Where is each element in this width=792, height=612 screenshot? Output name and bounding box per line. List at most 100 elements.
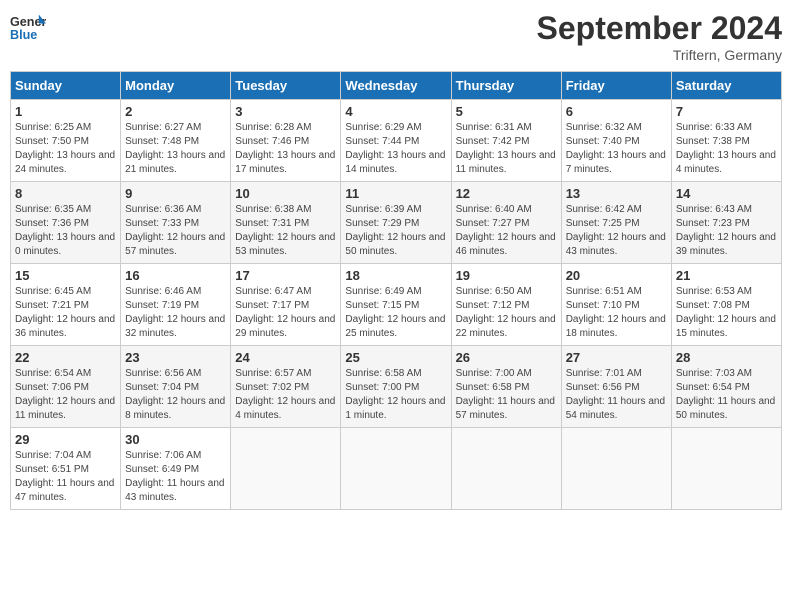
day-number: 5 bbox=[456, 104, 557, 119]
day-cell-7: 7 Sunrise: 6:33 AMSunset: 7:38 PMDayligh… bbox=[671, 100, 781, 182]
day-info: Sunrise: 6:25 AMSunset: 7:50 PMDaylight:… bbox=[15, 121, 116, 177]
day-number: 11 bbox=[345, 186, 446, 201]
day-cell-21: 21 Sunrise: 6:53 AMSunset: 7:08 PMDaylig… bbox=[671, 264, 781, 346]
week-row-3: 15 Sunrise: 6:45 AMSunset: 7:21 PMDaylig… bbox=[11, 264, 782, 346]
day-number: 18 bbox=[345, 268, 446, 283]
day-cell-29: 29 Sunrise: 7:04 AMSunset: 6:51 PMDaylig… bbox=[11, 428, 121, 510]
header-row: SundayMondayTuesdayWednesdayThursdayFrid… bbox=[11, 72, 782, 100]
day-number: 19 bbox=[456, 268, 557, 283]
day-info: Sunrise: 7:06 AMSunset: 6:49 PMDaylight:… bbox=[125, 449, 226, 505]
col-header-thursday: Thursday bbox=[451, 72, 561, 100]
col-header-wednesday: Wednesday bbox=[341, 72, 451, 100]
day-number: 26 bbox=[456, 350, 557, 365]
day-cell-28: 28 Sunrise: 7:03 AMSunset: 6:54 PMDaylig… bbox=[671, 346, 781, 428]
day-number: 16 bbox=[125, 268, 226, 283]
day-number: 29 bbox=[15, 432, 116, 447]
day-info: Sunrise: 6:56 AMSunset: 7:04 PMDaylight:… bbox=[125, 367, 226, 423]
day-number: 8 bbox=[15, 186, 116, 201]
day-cell-8: 8 Sunrise: 6:35 AMSunset: 7:36 PMDayligh… bbox=[11, 182, 121, 264]
week-row-2: 8 Sunrise: 6:35 AMSunset: 7:36 PMDayligh… bbox=[11, 182, 782, 264]
logo: General Blue bbox=[10, 10, 46, 46]
day-info: Sunrise: 6:40 AMSunset: 7:27 PMDaylight:… bbox=[456, 203, 557, 259]
day-cell-30: 30 Sunrise: 7:06 AMSunset: 6:49 PMDaylig… bbox=[121, 428, 231, 510]
day-cell-24: 24 Sunrise: 6:57 AMSunset: 7:02 PMDaylig… bbox=[231, 346, 341, 428]
day-number: 28 bbox=[676, 350, 777, 365]
empty-cell bbox=[341, 428, 451, 510]
logo-icon: General Blue bbox=[10, 10, 46, 46]
day-cell-6: 6 Sunrise: 6:32 AMSunset: 7:40 PMDayligh… bbox=[561, 100, 671, 182]
day-number: 4 bbox=[345, 104, 446, 119]
col-header-saturday: Saturday bbox=[671, 72, 781, 100]
day-number: 7 bbox=[676, 104, 777, 119]
col-header-friday: Friday bbox=[561, 72, 671, 100]
day-cell-2: 2 Sunrise: 6:27 AMSunset: 7:48 PMDayligh… bbox=[121, 100, 231, 182]
day-number: 24 bbox=[235, 350, 336, 365]
week-row-1: 1 Sunrise: 6:25 AMSunset: 7:50 PMDayligh… bbox=[11, 100, 782, 182]
day-info: Sunrise: 7:03 AMSunset: 6:54 PMDaylight:… bbox=[676, 367, 777, 423]
day-info: Sunrise: 6:54 AMSunset: 7:06 PMDaylight:… bbox=[15, 367, 116, 423]
day-cell-19: 19 Sunrise: 6:50 AMSunset: 7:12 PMDaylig… bbox=[451, 264, 561, 346]
day-info: Sunrise: 7:04 AMSunset: 6:51 PMDaylight:… bbox=[15, 449, 116, 505]
day-number: 27 bbox=[566, 350, 667, 365]
day-number: 9 bbox=[125, 186, 226, 201]
day-number: 6 bbox=[566, 104, 667, 119]
week-row-4: 22 Sunrise: 6:54 AMSunset: 7:06 PMDaylig… bbox=[11, 346, 782, 428]
day-info: Sunrise: 6:29 AMSunset: 7:44 PMDaylight:… bbox=[345, 121, 446, 177]
day-info: Sunrise: 6:31 AMSunset: 7:42 PMDaylight:… bbox=[456, 121, 557, 177]
day-number: 17 bbox=[235, 268, 336, 283]
day-number: 21 bbox=[676, 268, 777, 283]
day-info: Sunrise: 6:46 AMSunset: 7:19 PMDaylight:… bbox=[125, 285, 226, 341]
day-number: 23 bbox=[125, 350, 226, 365]
day-cell-16: 16 Sunrise: 6:46 AMSunset: 7:19 PMDaylig… bbox=[121, 264, 231, 346]
day-cell-27: 27 Sunrise: 7:01 AMSunset: 6:56 PMDaylig… bbox=[561, 346, 671, 428]
week-row-5: 29 Sunrise: 7:04 AMSunset: 6:51 PMDaylig… bbox=[11, 428, 782, 510]
day-cell-13: 13 Sunrise: 6:42 AMSunset: 7:25 PMDaylig… bbox=[561, 182, 671, 264]
day-info: Sunrise: 6:43 AMSunset: 7:23 PMDaylight:… bbox=[676, 203, 777, 259]
day-number: 30 bbox=[125, 432, 226, 447]
day-info: Sunrise: 6:53 AMSunset: 7:08 PMDaylight:… bbox=[676, 285, 777, 341]
empty-cell bbox=[451, 428, 561, 510]
calendar-table: SundayMondayTuesdayWednesdayThursdayFrid… bbox=[10, 71, 782, 510]
day-info: Sunrise: 7:01 AMSunset: 6:56 PMDaylight:… bbox=[566, 367, 667, 423]
day-cell-23: 23 Sunrise: 6:56 AMSunset: 7:04 PMDaylig… bbox=[121, 346, 231, 428]
day-cell-25: 25 Sunrise: 6:58 AMSunset: 7:00 PMDaylig… bbox=[341, 346, 451, 428]
day-cell-15: 15 Sunrise: 6:45 AMSunset: 7:21 PMDaylig… bbox=[11, 264, 121, 346]
day-number: 13 bbox=[566, 186, 667, 201]
day-number: 15 bbox=[15, 268, 116, 283]
title-block: September 2024 Triftern, Germany bbox=[537, 10, 782, 63]
day-number: 10 bbox=[235, 186, 336, 201]
day-cell-20: 20 Sunrise: 6:51 AMSunset: 7:10 PMDaylig… bbox=[561, 264, 671, 346]
col-header-sunday: Sunday bbox=[11, 72, 121, 100]
day-cell-14: 14 Sunrise: 6:43 AMSunset: 7:23 PMDaylig… bbox=[671, 182, 781, 264]
col-header-monday: Monday bbox=[121, 72, 231, 100]
day-number: 12 bbox=[456, 186, 557, 201]
day-number: 1 bbox=[15, 104, 116, 119]
day-info: Sunrise: 6:51 AMSunset: 7:10 PMDaylight:… bbox=[566, 285, 667, 341]
day-info: Sunrise: 6:47 AMSunset: 7:17 PMDaylight:… bbox=[235, 285, 336, 341]
day-info: Sunrise: 6:45 AMSunset: 7:21 PMDaylight:… bbox=[15, 285, 116, 341]
day-info: Sunrise: 6:27 AMSunset: 7:48 PMDaylight:… bbox=[125, 121, 226, 177]
month-title: September 2024 bbox=[537, 10, 782, 47]
day-cell-10: 10 Sunrise: 6:38 AMSunset: 7:31 PMDaylig… bbox=[231, 182, 341, 264]
day-number: 20 bbox=[566, 268, 667, 283]
day-info: Sunrise: 6:35 AMSunset: 7:36 PMDaylight:… bbox=[15, 203, 116, 259]
day-info: Sunrise: 6:28 AMSunset: 7:46 PMDaylight:… bbox=[235, 121, 336, 177]
day-cell-5: 5 Sunrise: 6:31 AMSunset: 7:42 PMDayligh… bbox=[451, 100, 561, 182]
empty-cell bbox=[231, 428, 341, 510]
day-info: Sunrise: 6:50 AMSunset: 7:12 PMDaylight:… bbox=[456, 285, 557, 341]
day-info: Sunrise: 6:57 AMSunset: 7:02 PMDaylight:… bbox=[235, 367, 336, 423]
day-cell-26: 26 Sunrise: 7:00 AMSunset: 6:58 PMDaylig… bbox=[451, 346, 561, 428]
day-number: 25 bbox=[345, 350, 446, 365]
day-info: Sunrise: 6:32 AMSunset: 7:40 PMDaylight:… bbox=[566, 121, 667, 177]
day-info: Sunrise: 6:49 AMSunset: 7:15 PMDaylight:… bbox=[345, 285, 446, 341]
day-cell-9: 9 Sunrise: 6:36 AMSunset: 7:33 PMDayligh… bbox=[121, 182, 231, 264]
empty-cell bbox=[671, 428, 781, 510]
day-info: Sunrise: 6:58 AMSunset: 7:00 PMDaylight:… bbox=[345, 367, 446, 423]
day-cell-17: 17 Sunrise: 6:47 AMSunset: 7:17 PMDaylig… bbox=[231, 264, 341, 346]
day-info: Sunrise: 6:42 AMSunset: 7:25 PMDaylight:… bbox=[566, 203, 667, 259]
day-info: Sunrise: 6:39 AMSunset: 7:29 PMDaylight:… bbox=[345, 203, 446, 259]
day-number: 14 bbox=[676, 186, 777, 201]
col-header-tuesday: Tuesday bbox=[231, 72, 341, 100]
day-cell-11: 11 Sunrise: 6:39 AMSunset: 7:29 PMDaylig… bbox=[341, 182, 451, 264]
day-number: 22 bbox=[15, 350, 116, 365]
